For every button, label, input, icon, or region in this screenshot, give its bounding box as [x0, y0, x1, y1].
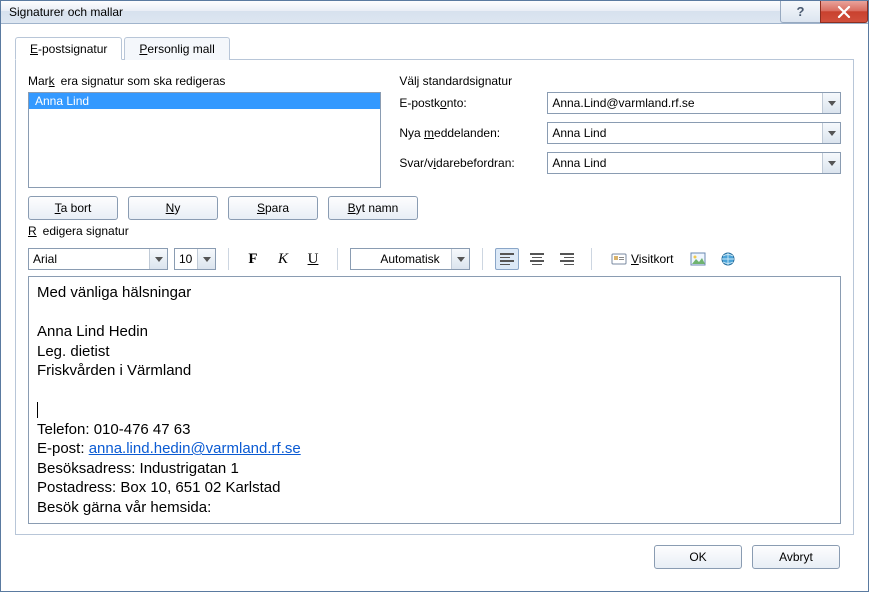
delete-button[interactable]: Ta bort	[28, 196, 118, 220]
separator	[228, 248, 229, 270]
tab-email-signature[interactable]: E-postsignatur	[15, 37, 122, 60]
bold-button[interactable]: F	[241, 248, 265, 270]
font-family-combo[interactable]: Arial	[28, 248, 168, 270]
close-icon	[837, 6, 851, 18]
new-messages-combo[interactable]: Anna Lind	[547, 122, 841, 144]
ok-button[interactable]: OK	[654, 545, 742, 569]
align-left-button[interactable]	[495, 248, 519, 270]
italic-button[interactable]: K	[271, 248, 295, 270]
signature-listbox[interactable]: Anna Lind	[28, 92, 381, 188]
tab-personal-template[interactable]: Personlig mall	[124, 37, 229, 60]
email-account-label: E-postkonto:	[399, 96, 539, 110]
align-right-button[interactable]	[555, 248, 579, 270]
separator	[591, 248, 592, 270]
signature-editor[interactable]: Med vänliga hälsningar Anna Lind Hedin L…	[29, 277, 840, 523]
image-icon	[690, 251, 706, 267]
reply-forward-label: Svar/vidarebefordran:	[399, 156, 539, 170]
underline-button[interactable]: U	[301, 248, 325, 270]
reply-forward-combo[interactable]: Anna Lind	[547, 152, 841, 174]
window-buttons: ?	[780, 1, 868, 23]
chevron-down-icon	[822, 93, 840, 113]
editor-toolbar: Arial 10 F K U Automatisk	[28, 242, 841, 276]
dialog-footer: OK Avbryt	[15, 535, 854, 581]
titlebar: Signaturer och mallar ?	[1, 1, 868, 24]
font-color-combo[interactable]: Automatisk	[350, 248, 470, 270]
help-button[interactable]: ?	[780, 1, 820, 23]
chevron-down-icon	[149, 249, 167, 269]
new-button[interactable]: Ny	[128, 196, 218, 220]
chevron-down-icon	[451, 249, 469, 269]
group-edit-signature: Redigera signatur	[28, 224, 841, 238]
tab-body: Markera signatur som ska redigeras Anna …	[15, 60, 854, 535]
hyperlink-icon	[720, 251, 736, 267]
business-card-button[interactable]: Visitkort	[604, 248, 680, 270]
business-card-icon	[611, 251, 627, 267]
dialog-window: Signaturer och mallar ? E-postsignatur P…	[0, 0, 869, 592]
editor-area: Med vänliga hälsningar Anna Lind Hedin L…	[28, 276, 841, 524]
align-center-button[interactable]	[525, 248, 549, 270]
insert-hyperlink-button[interactable]	[716, 248, 740, 270]
list-item[interactable]: Anna Lind	[29, 93, 380, 109]
cancel-button[interactable]: Avbryt	[752, 545, 840, 569]
chevron-down-icon	[822, 123, 840, 143]
window-title: Signaturer och mallar	[9, 5, 123, 19]
close-button[interactable]	[820, 1, 868, 23]
save-button[interactable]: Spara	[228, 196, 318, 220]
content-area: E-postsignatur Personlig mall Markera si…	[1, 24, 868, 591]
font-size-combo[interactable]: 10	[174, 248, 216, 270]
separator	[337, 248, 338, 270]
email-link[interactable]: anna.lind.hedin@varmland.rf.se	[89, 440, 301, 457]
group-default-signature: Välj standardsignatur	[399, 74, 841, 88]
group-select-signature: Markera signatur som ska redigeras	[28, 74, 381, 88]
separator	[482, 248, 483, 270]
email-account-combo[interactable]: Anna.Lind@varmland.rf.se	[547, 92, 841, 114]
chevron-down-icon	[197, 249, 215, 269]
tab-strip: E-postsignatur Personlig mall	[15, 36, 854, 60]
text-cursor	[37, 402, 38, 418]
new-messages-label: Nya meddelanden:	[399, 126, 539, 140]
chevron-down-icon	[822, 153, 840, 173]
insert-image-button[interactable]	[686, 248, 710, 270]
